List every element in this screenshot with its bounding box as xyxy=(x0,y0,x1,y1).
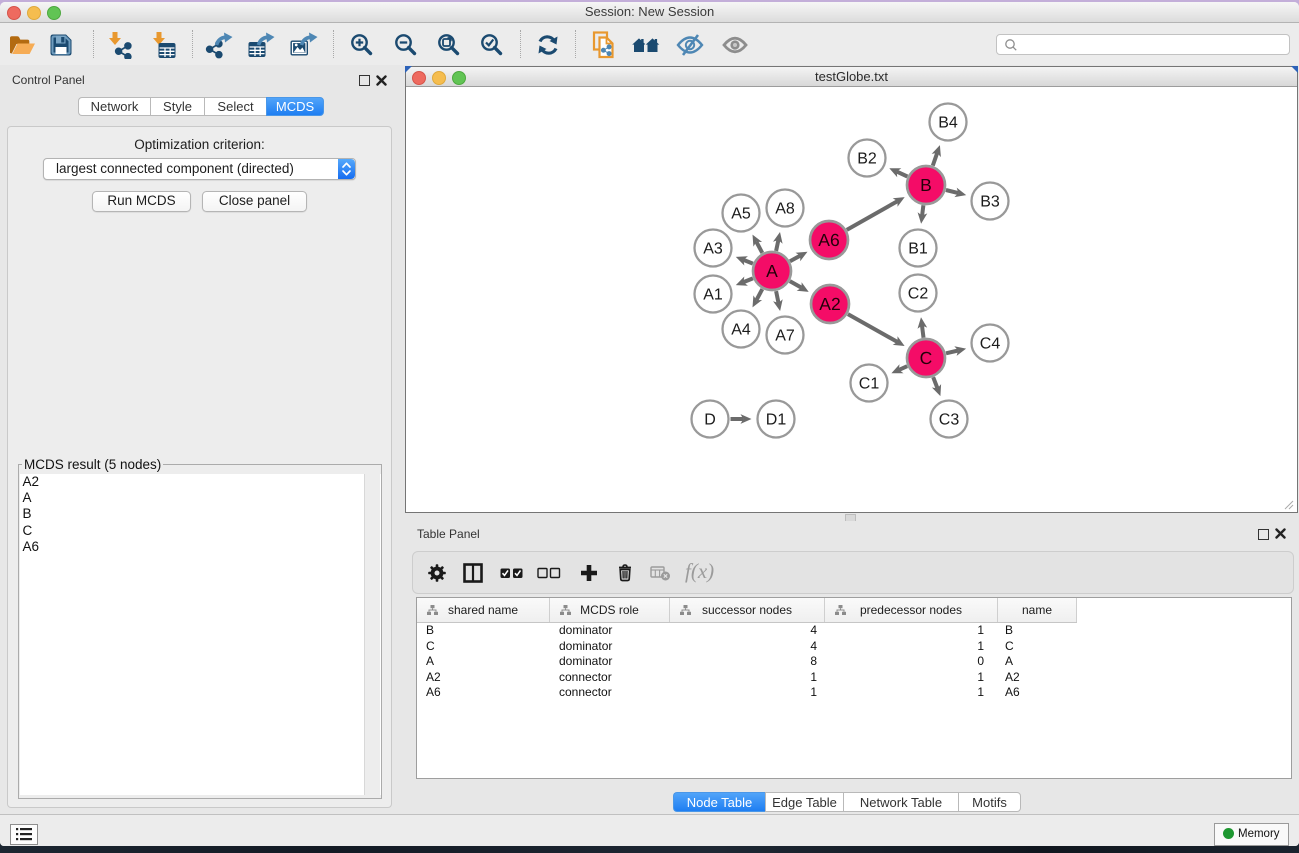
svg-text:B3: B3 xyxy=(980,194,1000,211)
svg-text:A5: A5 xyxy=(731,206,751,223)
svg-text:A1: A1 xyxy=(703,287,723,304)
svg-text:B2: B2 xyxy=(857,151,877,168)
svg-text:A6: A6 xyxy=(818,230,839,250)
svg-text:A4: A4 xyxy=(731,322,751,339)
svg-text:C3: C3 xyxy=(939,412,960,429)
svg-text:A3: A3 xyxy=(703,241,723,258)
svg-text:C: C xyxy=(920,348,933,368)
svg-text:B4: B4 xyxy=(938,115,958,132)
svg-text:A2: A2 xyxy=(819,294,840,314)
svg-text:A: A xyxy=(766,261,778,281)
svg-text:C1: C1 xyxy=(859,376,880,393)
svg-text:A7: A7 xyxy=(775,328,795,345)
svg-text:D: D xyxy=(704,412,716,429)
svg-text:A8: A8 xyxy=(775,201,795,218)
svg-text:B: B xyxy=(920,175,932,195)
svg-text:B1: B1 xyxy=(908,241,928,258)
svg-text:C2: C2 xyxy=(908,286,929,303)
svg-text:D1: D1 xyxy=(766,412,787,429)
svg-text:C4: C4 xyxy=(980,336,1001,353)
